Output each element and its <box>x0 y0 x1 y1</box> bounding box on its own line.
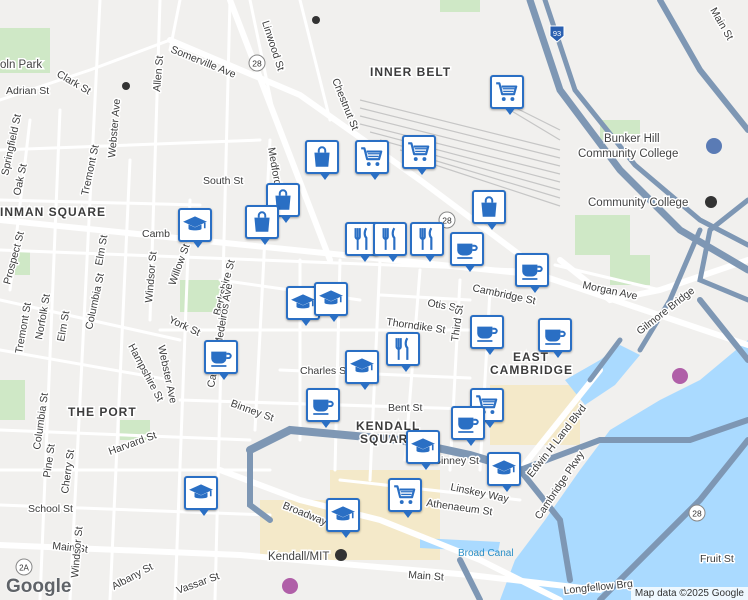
transit-label-community-college: Community College <box>588 197 688 209</box>
street-label-main-bottom: Main St <box>408 569 444 583</box>
coffee-cup-icon <box>474 319 500 345</box>
cafe-marker[interactable] <box>538 318 572 358</box>
grocery-marker[interactable] <box>490 75 524 115</box>
coffee-cup-icon <box>455 410 481 436</box>
google-logo: Google <box>6 576 72 597</box>
graduation-cap-icon <box>349 354 375 380</box>
cafe-marker[interactable] <box>204 340 238 380</box>
cafe-marker[interactable] <box>451 406 485 446</box>
coffee-cup-icon <box>208 344 234 370</box>
water-label-broad-canal: Broad Canal <box>458 548 514 559</box>
poi-label-bunker-hill-1: Bunker Hill <box>604 133 660 145</box>
graduation-cap-icon <box>318 286 344 312</box>
fork-knife-icon <box>349 226 375 252</box>
fork-knife-icon <box>414 226 440 252</box>
graduation-cap-icon <box>491 456 517 482</box>
area-label-cambridge: CAMBRIDGE <box>490 363 573 377</box>
area-label-inner-belt: INNER BELT <box>370 65 451 79</box>
shopping-marker[interactable] <box>472 190 506 230</box>
transit-icon <box>705 196 717 208</box>
restaurant-marker[interactable] <box>373 222 407 262</box>
coffee-cup-icon <box>310 392 336 418</box>
coffee-cup-icon <box>519 257 545 283</box>
grocery-marker[interactable] <box>402 135 436 175</box>
cafe-marker[interactable] <box>470 315 504 355</box>
shopping-cart-icon <box>392 482 418 508</box>
grocery-marker[interactable] <box>355 140 389 180</box>
street-label-binney2: Binney St <box>434 455 479 467</box>
cafe-marker[interactable] <box>450 232 484 272</box>
coffee-cup-icon <box>542 322 568 348</box>
transit-icon <box>335 549 347 561</box>
coffee-cup-icon <box>454 236 480 262</box>
school-marker[interactable] <box>184 476 218 516</box>
shopping-bag-icon <box>309 144 335 170</box>
area-label-inman-square: INMAN SQUARE <box>0 205 106 219</box>
transit-label-kendall-mit: Kendall/MIT <box>268 551 329 563</box>
restaurant-marker[interactable] <box>410 222 444 262</box>
graduation-cap-icon <box>410 434 436 460</box>
grocery-marker[interactable] <box>388 478 422 518</box>
museum-poi-icon <box>672 368 688 384</box>
graduation-cap-icon <box>182 212 208 238</box>
route-2a-shield: 2A <box>15 558 33 576</box>
shopping-marker[interactable] <box>305 140 339 180</box>
graduation-cap-icon <box>188 480 214 506</box>
street-label-bent: Bent St <box>388 402 423 414</box>
svg-text:2A: 2A <box>19 564 29 573</box>
shopping-cart-icon <box>406 139 432 165</box>
school-marker[interactable] <box>406 430 440 470</box>
street-label-school: School St <box>28 503 73 515</box>
school-marker[interactable] <box>345 350 379 390</box>
restaurant-marker[interactable] <box>386 332 420 372</box>
poi-label-park: oln Park <box>0 59 42 71</box>
graduation-cap-icon <box>330 502 356 528</box>
graduation-cap-icon <box>290 290 316 316</box>
route-28-shield: 28 <box>688 504 706 522</box>
shopping-cart-icon <box>494 79 520 105</box>
street-label-charles: Charles St <box>300 365 349 377</box>
area-label-the-port: THE PORT <box>68 405 137 419</box>
museum-poi-icon <box>282 578 298 594</box>
shopping-bag-icon <box>249 209 275 235</box>
shopping-cart-icon <box>359 144 385 170</box>
school-marker[interactable] <box>326 498 360 538</box>
school-marker[interactable] <box>314 282 348 322</box>
svg-text:93: 93 <box>553 29 561 38</box>
street-label-south: South St <box>203 175 243 187</box>
map-attribution[interactable]: Map data ©2025 Google <box>630 587 748 600</box>
school-marker[interactable] <box>178 208 212 248</box>
svg-text:28: 28 <box>692 509 702 519</box>
cafe-marker[interactable] <box>515 253 549 293</box>
svg-text:28: 28 <box>252 59 262 69</box>
shopping-bag-icon <box>476 194 502 220</box>
school-marker[interactable] <box>487 452 521 492</box>
street-label-cambridge-left: Camb <box>142 228 170 240</box>
route-28-shield: 28 <box>248 54 266 72</box>
map-canvas[interactable]: 28 28 28 2A 93 INNER BELT INMAN SQUARE T… <box>0 0 748 600</box>
college-poi-icon <box>706 138 722 154</box>
fork-knife-icon <box>390 336 416 362</box>
transit-icon <box>312 16 320 24</box>
transit-icon <box>122 82 130 90</box>
cafe-marker[interactable] <box>306 388 340 428</box>
shopping-marker[interactable] <box>245 205 279 245</box>
fork-knife-icon <box>377 226 403 252</box>
street-label-adrian: Adrian St <box>6 85 49 97</box>
street-label-fruit: Fruit St <box>700 553 734 565</box>
area-label-east: EAST <box>513 350 549 364</box>
poi-label-bunker-hill-2: Community College <box>578 148 678 160</box>
